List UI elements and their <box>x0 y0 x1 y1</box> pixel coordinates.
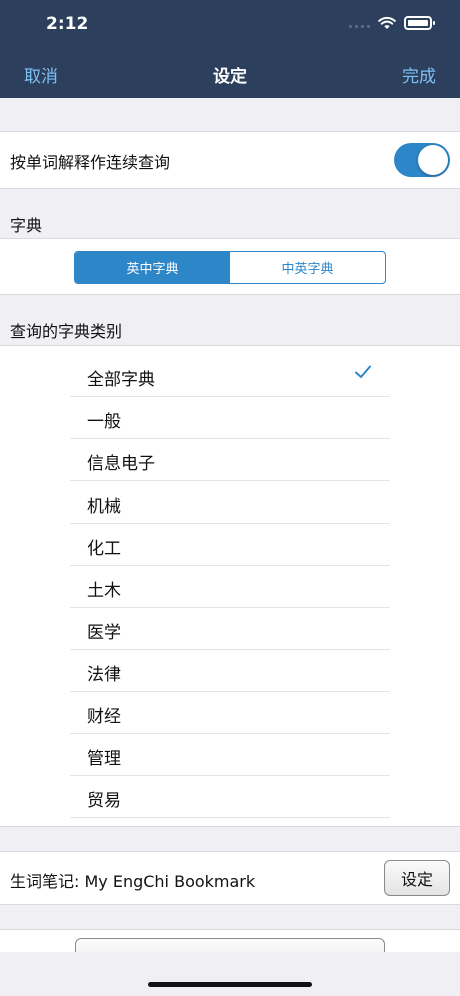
category-item-medical[interactable]: 医学 <box>70 608 390 650</box>
bookmark-label: 生词笔记: My EngChi Bookmark <box>10 872 256 891</box>
list-item-label: 管理 <box>87 749 121 769</box>
category-item-general[interactable]: 一般 <box>70 397 390 439</box>
bookmark-row: 生词笔记: My EngChi Bookmark 设定 <box>0 851 460 905</box>
dictionary-selector-row: 英中字典 中英字典 <box>0 238 460 295</box>
category-item-chemical[interactable]: 化工 <box>70 524 390 566</box>
toggle-knob <box>418 145 448 175</box>
navigation-bar: 2:12 取消 设定 完成 <box>0 0 460 98</box>
home-indicator[interactable] <box>148 982 312 987</box>
list-item-label: 机械 <box>87 497 121 517</box>
list-item-label: 医学 <box>87 623 121 643</box>
category-item-all[interactable]: 全部字典 <box>70 355 390 397</box>
category-item-law[interactable]: 法律 <box>70 650 390 692</box>
list-item-label: 土木 <box>87 581 121 601</box>
segment-eng-chi[interactable]: 英中字典 <box>75 252 230 283</box>
category-item-civil[interactable]: 土木 <box>70 566 390 608</box>
status-icons <box>349 16 435 30</box>
list-item-label: 全部字典 <box>87 370 155 390</box>
list-item-label: 贸易 <box>87 791 121 811</box>
category-item-management[interactable]: 管理 <box>70 734 390 776</box>
checkmark-icon <box>355 365 371 378</box>
cancel-button[interactable]: 取消 <box>24 62 58 87</box>
segment-chi-eng[interactable]: 中英字典 <box>230 252 385 283</box>
category-section-header: 查询的字典类别 <box>10 322 123 341</box>
list-item-label: 化工 <box>87 539 121 559</box>
cellular-signal-icon <box>349 18 370 28</box>
category-item-finance[interactable]: 财经 <box>70 692 390 734</box>
continuous-query-row: 按单词解释作连续查询 <box>0 131 460 189</box>
list-item-label: 一般 <box>87 412 121 432</box>
category-item-trade[interactable]: 贸易 <box>70 776 390 818</box>
bookmark-settings-button[interactable]: 设定 <box>384 860 450 896</box>
dictionary-segmented-control: 英中字典 中英字典 <box>74 251 386 284</box>
battery-icon <box>404 16 435 30</box>
list-item-label: 财经 <box>87 707 121 727</box>
list-item-label: 法律 <box>87 665 121 685</box>
list-item-label: 信息电子 <box>87 454 155 474</box>
continuous-query-label: 按单词解释作连续查询 <box>10 153 171 172</box>
category-item-mechanical[interactable]: 机械 <box>70 482 390 524</box>
done-button[interactable]: 完成 <box>402 62 436 87</box>
category-item-electronics[interactable]: 信息电子 <box>70 439 390 481</box>
page-title: 设定 <box>213 67 247 87</box>
home-indicator-area <box>0 952 460 996</box>
continuous-query-toggle[interactable] <box>394 143 450 177</box>
status-time: 2:12 <box>46 14 89 34</box>
dictionary-section-header: 字典 <box>10 216 43 235</box>
wifi-icon <box>378 16 396 29</box>
category-list: 全部字典 一般 信息电子 机械 化工 土木 医学 法律 财经 管理 贸易 <box>0 345 460 827</box>
